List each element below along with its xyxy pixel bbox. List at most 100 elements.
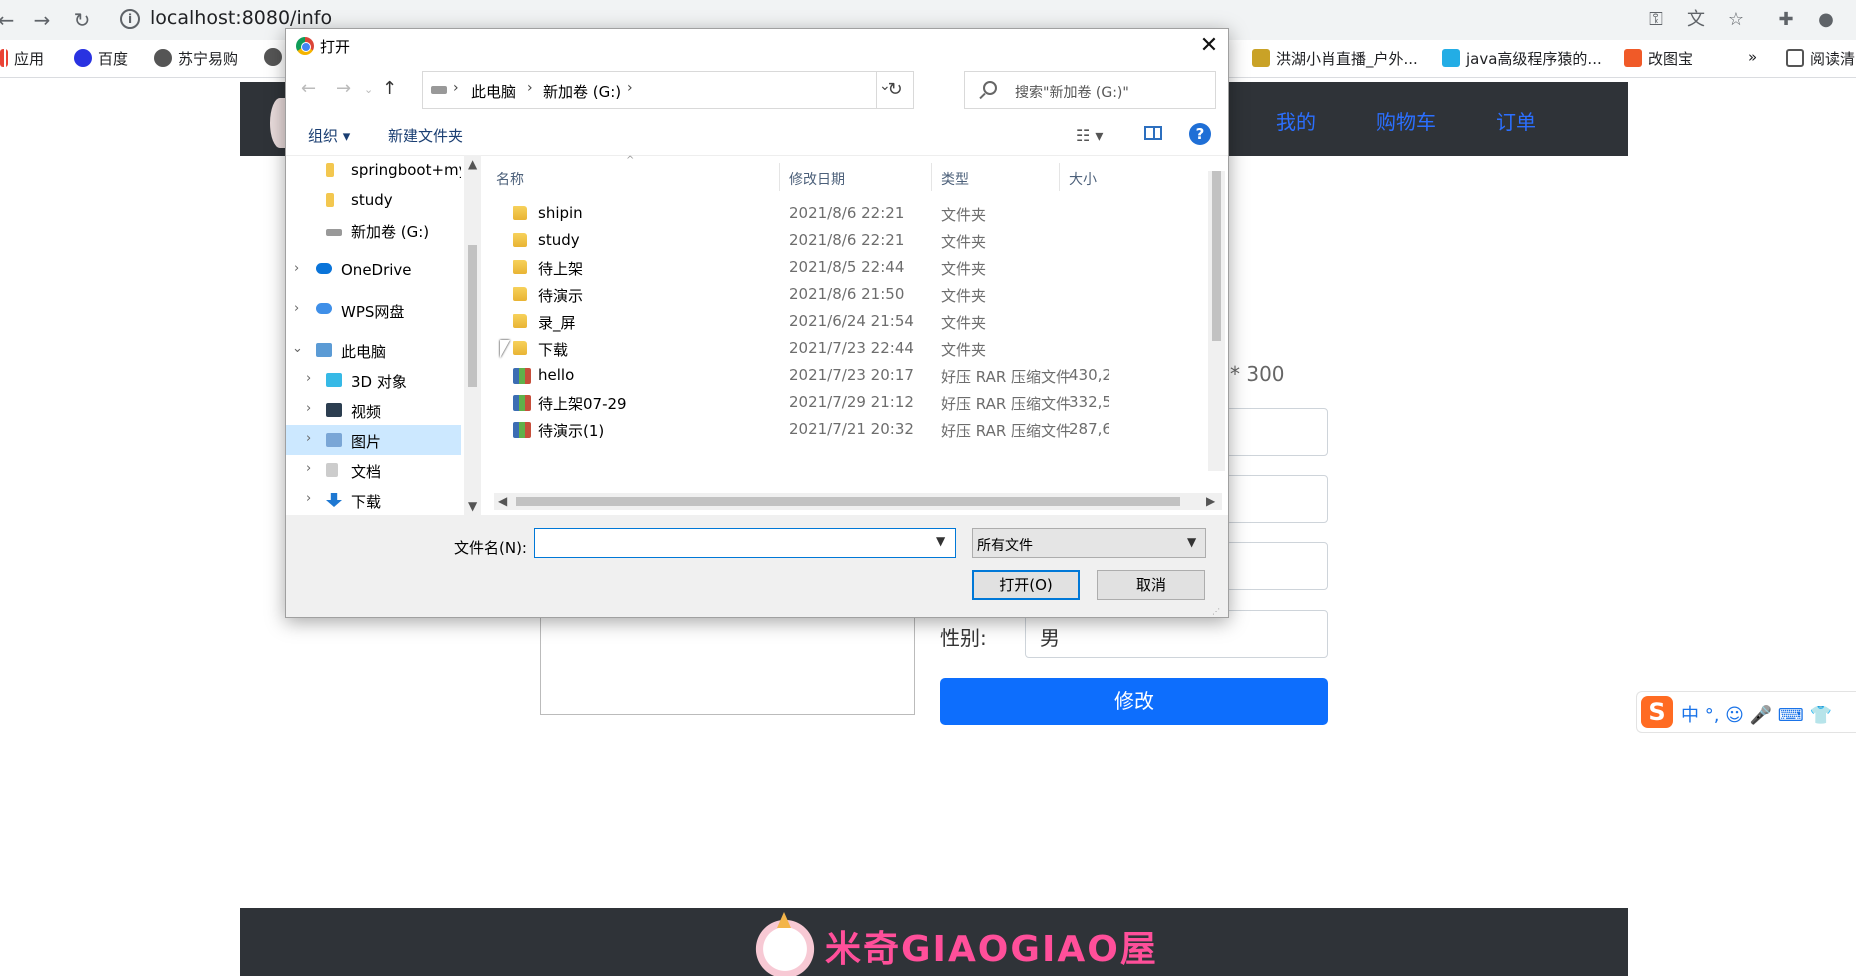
forward-icon[interactable]: →: [336, 78, 351, 99]
filename-input[interactable]: [534, 528, 956, 558]
navigation-tree: springboot+my study 新加卷 (G:) › OneDrive …: [286, 155, 464, 515]
open-button[interactable]: 打开(O): [972, 570, 1080, 600]
scroll-left-icon[interactable]: ◀: [498, 494, 507, 508]
chevron-down-icon[interactable]: ⌄: [292, 341, 303, 356]
tree-item-wps[interactable]: › WPS网盘: [286, 295, 461, 325]
file-row[interactable]: 待上架07-29 2021/7/29 21:12 好压 RAR 压缩文件 332,5: [496, 389, 1109, 416]
chevron-right-icon[interactable]: ›: [294, 261, 299, 276]
extensions-icon[interactable]: ✚: [1772, 6, 1800, 34]
file-row[interactable]: study 2021/8/6 22:21 文件夹: [496, 227, 1106, 254]
chevron-down-icon[interactable]: ▼: [936, 534, 945, 548]
url-text[interactable]: localhost:8080/info: [150, 7, 332, 29]
column-divider[interactable]: [779, 163, 780, 191]
resize-grip-icon[interactable]: ⋰: [1212, 607, 1220, 616]
folder-icon: [513, 287, 527, 301]
back-icon[interactable]: ←: [0, 6, 20, 34]
chevron-right-icon[interactable]: ›: [306, 461, 311, 476]
help-icon[interactable]: ?: [1189, 123, 1211, 145]
site-info-icon[interactable]: i: [120, 9, 140, 29]
back-icon[interactable]: ←: [301, 78, 316, 99]
nav-cart[interactable]: 购物车: [1376, 106, 1436, 135]
forward-icon[interactable]: →: [28, 6, 56, 34]
bookmark-reading-list[interactable]: 阅读清: [1786, 48, 1855, 69]
file-row[interactable]: hello 2021/7/23 20:17 好压 RAR 压缩文件 430,2: [496, 362, 1109, 389]
nav-mine[interactable]: 我的: [1276, 106, 1316, 135]
file-row[interactable]: 待上架 2021/8/5 22:44 文件夹: [496, 254, 1106, 281]
refresh-icon[interactable]: ↻: [876, 71, 914, 109]
column-type[interactable]: 类型: [941, 169, 969, 189]
scroll-down-icon[interactable]: ▼: [468, 499, 477, 513]
tree-item-3d-objects[interactable]: › 3D 对象: [286, 365, 461, 395]
scroll-right-icon[interactable]: ▶: [1206, 494, 1215, 508]
tree-scrollbar[interactable]: ▲ ▼: [464, 155, 481, 515]
scrollbar-thumb[interactable]: [468, 245, 477, 387]
scroll-up-icon[interactable]: ▲: [468, 157, 477, 171]
bookmark-baidu[interactable]: 百度: [74, 48, 128, 69]
file-row[interactable]: 待演示 2021/8/6 21:50 文件夹: [496, 281, 1106, 308]
recent-chevron-icon[interactable]: ⌄: [364, 83, 373, 96]
chevron-right-icon[interactable]: ›: [294, 301, 299, 316]
tree-item-videos[interactable]: › 视频: [286, 395, 461, 425]
column-name[interactable]: 名称: [496, 169, 524, 189]
new-folder-button[interactable]: 新建文件夹: [388, 125, 463, 146]
rar-archive-icon: [513, 422, 531, 438]
cancel-button[interactable]: 取消: [1097, 570, 1205, 600]
column-date[interactable]: 修改日期: [789, 169, 845, 189]
folder-icon: [326, 193, 334, 207]
file-row[interactable]: 录_屏 2021/6/24 21:54 文件夹: [496, 308, 1106, 335]
column-divider[interactable]: [1059, 163, 1060, 191]
tree-item-documents[interactable]: › 文档: [286, 455, 461, 485]
up-icon[interactable]: ↑: [382, 78, 397, 99]
nav-orders[interactable]: 订单: [1496, 106, 1536, 135]
file-row[interactable]: 待演示(1) 2021/7/21 20:32 好压 RAR 压缩文件 287,6: [496, 416, 1109, 443]
scrollbar-thumb[interactable]: [1212, 171, 1221, 341]
bookmarks-overflow[interactable]: »: [1748, 48, 1757, 66]
preview-pane-icon[interactable]: [1144, 126, 1162, 140]
column-divider[interactable]: [931, 163, 932, 191]
chevron-right-icon[interactable]: ›: [306, 491, 311, 506]
file-list: ^ 名称 修改日期 类型 大小 shipin 2021/8/6 22:21 文件夹 …: [496, 155, 1109, 445]
translate-icon[interactable]: 文: [1682, 6, 1710, 34]
chevron-right-icon[interactable]: ›: [306, 431, 311, 446]
profile-icon[interactable]: ●: [1812, 6, 1840, 34]
bookmark-java[interactable]: java高级程序猿的...: [1442, 48, 1602, 69]
dialog-address-bar[interactable]: › 此电脑 › 新加卷 (G:) › ⌄: [422, 71, 891, 109]
tree-item-this-pc[interactable]: ⌄ 此电脑: [286, 335, 461, 365]
file-list-hscrollbar[interactable]: ◀ ▶: [494, 493, 1222, 510]
submit-button[interactable]: 修改: [940, 678, 1328, 725]
star-icon[interactable]: ☆: [1722, 6, 1750, 34]
search-box[interactable]: 搜索"新加卷 (G:)": [964, 71, 1216, 109]
tree-item-downloads[interactable]: › 下载: [286, 485, 461, 515]
file-row[interactable]: shipin 2021/8/6 22:21 文件夹: [496, 200, 1106, 227]
scrollbar-thumb[interactable]: [516, 497, 1180, 506]
bookmark-suning[interactable]: 苏宁易购: [154, 48, 238, 69]
folder-icon: [513, 314, 527, 328]
ime-toolbar[interactable]: S 中 °, ☺ 🎤 ⌨ 👕: [1636, 691, 1856, 733]
baidu-icon: [74, 49, 92, 67]
globe-icon: [264, 48, 282, 66]
tree-item-springboot[interactable]: springboot+my: [286, 155, 461, 185]
view-options-icon[interactable]: ☷ ▾: [1076, 126, 1103, 145]
globe-icon: [154, 49, 172, 67]
file-list-scrollbar[interactable]: [1208, 171, 1225, 471]
chevron-right-icon[interactable]: ›: [306, 371, 311, 386]
file-row[interactable]: 下载 2021/7/23 22:44 文件夹: [496, 335, 1106, 362]
breadcrumb-drive[interactable]: 新加卷 (G:): [543, 81, 621, 102]
tree-item-pictures[interactable]: › 图片: [286, 425, 461, 455]
reload-icon[interactable]: ↻: [68, 6, 96, 34]
footer-title: 米奇GIAOGIAO屋: [825, 929, 1158, 970]
tree-item-drive-g[interactable]: 新加卷 (G:): [286, 215, 461, 245]
organize-button[interactable]: 组织 ▾: [308, 125, 350, 146]
bookmark-live[interactable]: 洪湖小肖直播_户外...: [1252, 48, 1418, 69]
bookmark-gaitubao[interactable]: 改图宝: [1624, 48, 1693, 69]
close-icon[interactable]: ✕: [1194, 31, 1224, 61]
column-size[interactable]: 大小: [1069, 169, 1097, 189]
file-type-select[interactable]: 所有文件 ▼: [972, 528, 1206, 558]
tree-item-onedrive[interactable]: › OneDrive: [286, 255, 461, 285]
chevron-right-icon[interactable]: ›: [306, 401, 311, 416]
video-icon: [326, 403, 342, 417]
bookmark-apps[interactable]: 应用: [0, 48, 44, 69]
key-icon[interactable]: ⚿: [1642, 6, 1670, 34]
tree-item-study[interactable]: study: [286, 185, 461, 215]
breadcrumb-this-pc[interactable]: 此电脑: [471, 81, 516, 102]
